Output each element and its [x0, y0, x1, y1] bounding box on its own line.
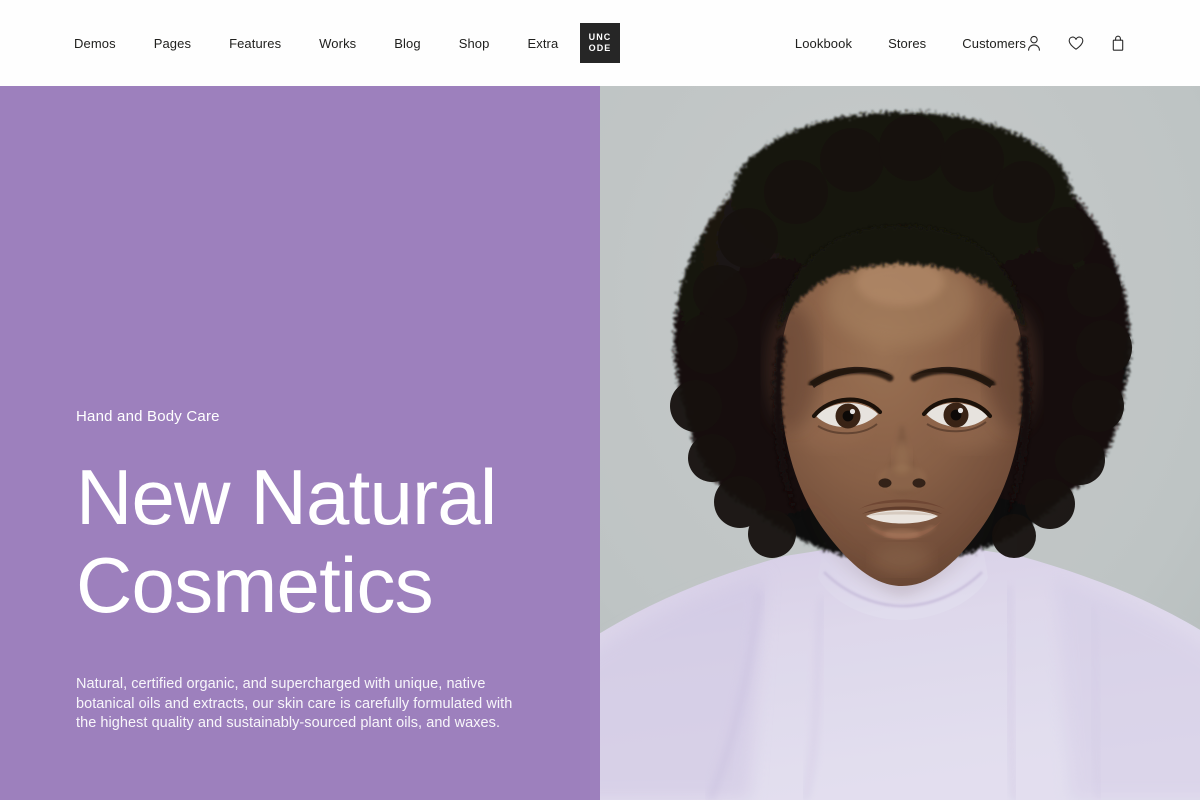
nav-item-demos[interactable]: Demos — [74, 36, 116, 51]
cart-bag-icon[interactable] — [1108, 33, 1128, 53]
hero-headline: New Natural Cosmetics — [76, 453, 546, 629]
site-logo[interactable]: UNC ODE — [580, 23, 620, 63]
logo-line-2: ODE — [588, 43, 612, 53]
hero-body-text: Natural, certified organic, and supercha… — [76, 676, 513, 731]
nav-item-lookbook[interactable]: Lookbook — [795, 36, 852, 51]
hero-text-panel: Hand and Body Care New Natural Cosmetics… — [0, 86, 600, 800]
hero-portrait-image — [600, 86, 1200, 800]
hero-headline-line-2: Cosmetics — [76, 541, 434, 629]
account-icon[interactable] — [1024, 33, 1044, 53]
primary-navigation: Demos Pages Features Works Blog Shop Ext… — [74, 0, 558, 86]
nav-item-works[interactable]: Works — [319, 36, 356, 51]
hero-eyebrow: Hand and Body Care — [76, 408, 220, 425]
nav-item-pages[interactable]: Pages — [154, 36, 191, 51]
nav-item-shop[interactable]: Shop — [459, 36, 490, 51]
nav-item-customers[interactable]: Customers — [962, 36, 1026, 51]
nav-item-features[interactable]: Features — [229, 36, 281, 51]
hero-image-panel — [600, 86, 1200, 800]
wishlist-heart-icon[interactable] — [1066, 33, 1086, 53]
nav-item-blog[interactable]: Blog — [394, 36, 420, 51]
secondary-navigation: Lookbook Stores Customers — [795, 0, 1062, 86]
logo-line-1: UNC — [588, 32, 612, 42]
nav-item-extra[interactable]: Extra — [527, 36, 558, 51]
site-header: Demos Pages Features Works Blog Shop Ext… — [0, 0, 1200, 86]
hero-headline-line-1: New Natural — [76, 453, 497, 541]
hero-copy-block: Hand and Body Care New Natural Cosmetics… — [76, 408, 546, 734]
hero-section: Hand and Body Care New Natural Cosmetics… — [0, 86, 1200, 800]
nav-item-stores[interactable]: Stores — [888, 36, 926, 51]
header-icon-group — [1024, 0, 1128, 86]
